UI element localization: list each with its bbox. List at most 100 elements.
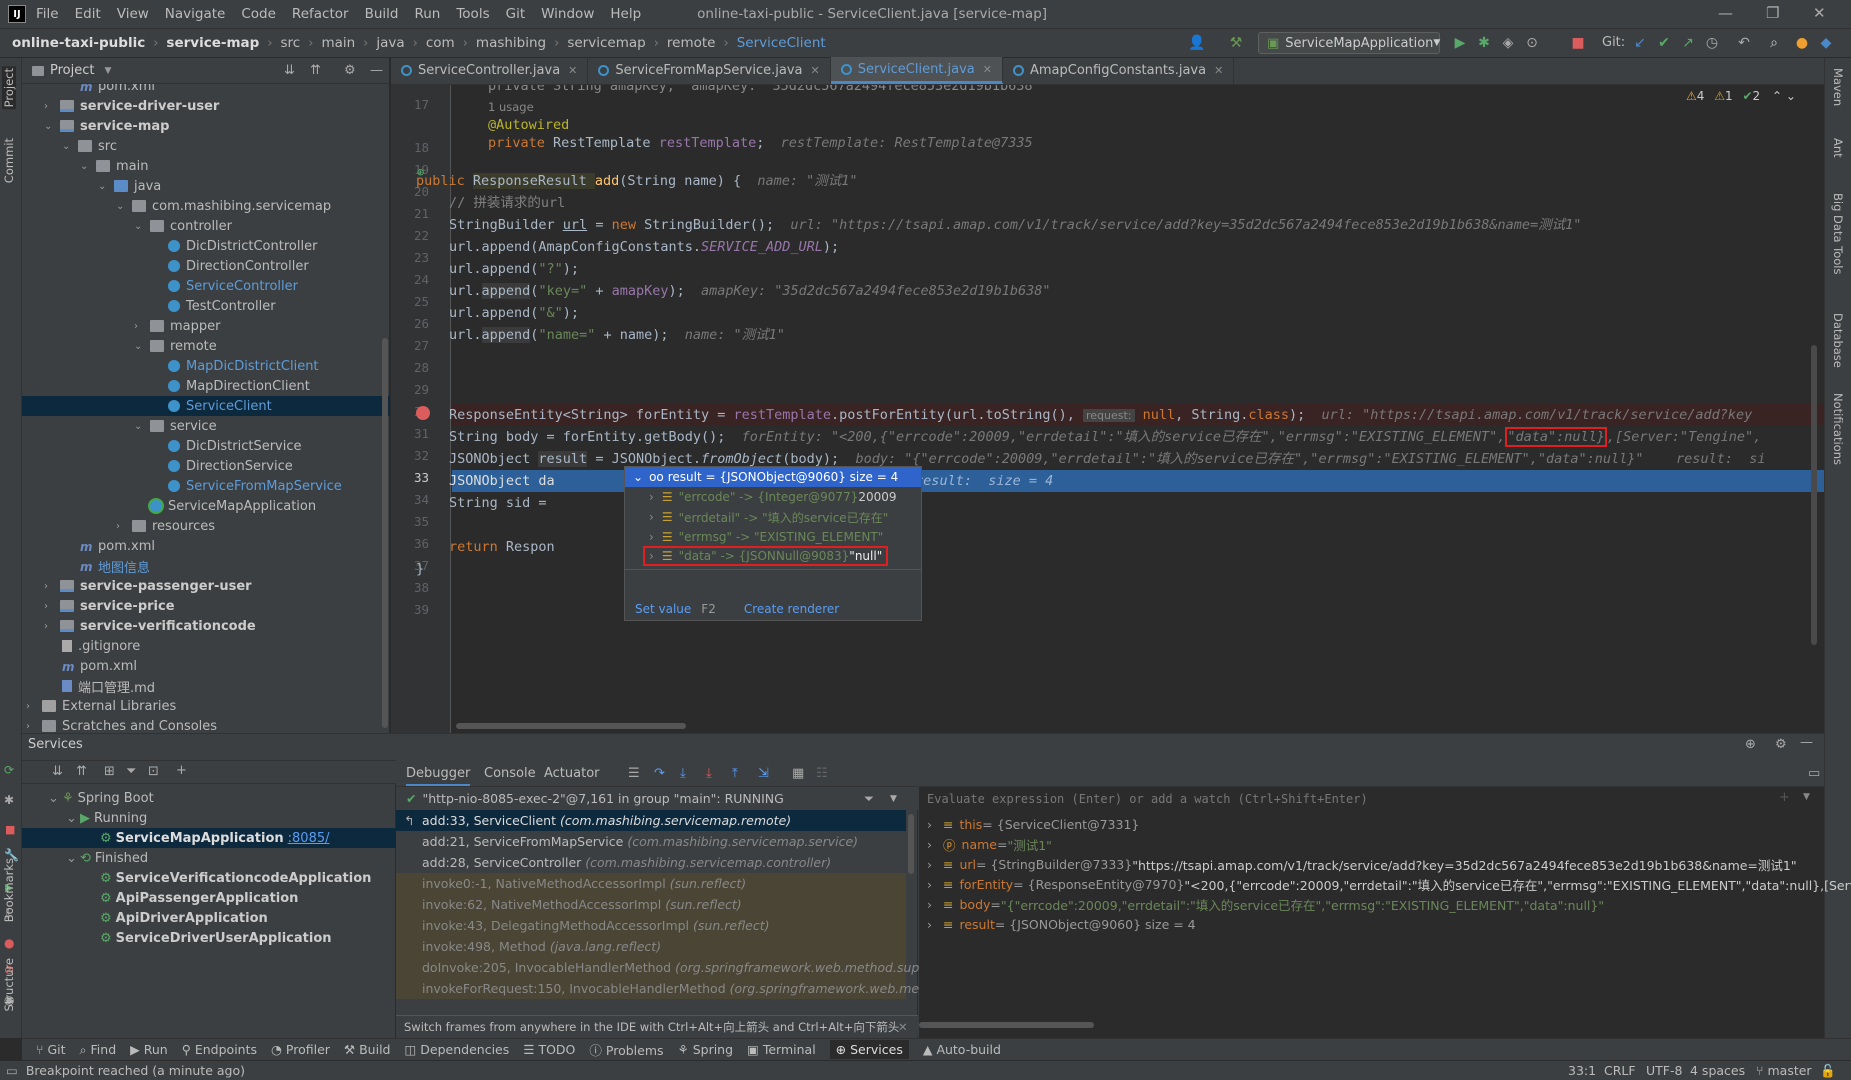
tree-item[interactable]: m 地图信息 <box>80 556 150 576</box>
frame-row[interactable]: invoke:43, DelegatingMethodAccessorImpl(… <box>396 915 906 936</box>
menu-run[interactable]: Run <box>414 6 440 22</box>
frame-row[interactable]: add:28, ServiceController (com.mashibing.… <box>396 852 906 873</box>
breadcrumb-src[interactable]: src <box>281 35 301 51</box>
close-tab-icon[interactable]: ✕ <box>983 63 992 76</box>
variable-row[interactable]: › ≡ url = {StringBuilder@7333} "https://ts… <box>927 854 1797 874</box>
popup-row-errmsg[interactable]: › ☰ "errmsg" -> "EXISTING_ELEMENT" <box>649 527 883 547</box>
tree-item[interactable]: › service-driver-user <box>44 96 219 116</box>
chevron-down-icon[interactable]: ▼ <box>890 794 897 804</box>
breadcrumb-module[interactable]: service-map <box>166 35 259 51</box>
tree-item[interactable]: ⌄ remote <box>134 336 217 356</box>
tool-tab-ant[interactable]: Ant <box>1831 138 1845 158</box>
run-configuration-select[interactable]: ▣ ServiceMapApplication ▼ <box>1258 32 1440 54</box>
debug-icon[interactable]: ✱ <box>1476 35 1492 51</box>
tree-finished[interactable]: ⌄ ⟲ Finished <box>66 848 148 868</box>
add-service-icon[interactable]: + <box>176 763 187 778</box>
menu-refactor[interactable]: Refactor <box>292 6 349 22</box>
tab-amapconfigconstants[interactable]: AmapConfigConstants.java ✕ <box>1003 57 1235 84</box>
breadcrumb-remote[interactable]: remote <box>667 35 716 51</box>
add-watch-icon[interactable]: + <box>1779 790 1790 805</box>
tool-git[interactable]: ⑂ Git <box>36 1042 66 1057</box>
restore-icon[interactable]: ❐ <box>1766 4 1779 22</box>
chevron-down-icon[interactable]: ▼ <box>104 66 111 76</box>
search-icon[interactable]: ⌕ <box>1766 35 1782 51</box>
tree-item[interactable]: DirectionService <box>168 456 293 476</box>
expand-all-icon[interactable]: ⇊ <box>284 63 295 78</box>
thread-selector[interactable]: ✔ "http-nio-8085-exec-2"@7,161 in group "… <box>396 786 918 810</box>
breakpoint-icon[interactable] <box>416 406 430 420</box>
chevron-down-icon[interactable]: ▼ <box>1803 792 1810 802</box>
variable-row[interactable]: › ≡ this = {ServiceClient@7331} <box>927 814 1139 834</box>
tree-item[interactable]: ServiceFromMapService <box>168 476 342 496</box>
frame-row[interactable]: invoke:62, NativeMethodAccessorImpl (sun.… <box>396 894 906 915</box>
tool-profiler[interactable]: ◔ Profiler <box>271 1042 330 1057</box>
filter-icon[interactable]: ⏷ <box>864 791 874 807</box>
variable-row[interactable]: › ≡ forEntity = {ResponseEntity@7970} "<20… <box>927 874 1851 894</box>
layout-icon[interactable]: ☰ <box>628 766 640 781</box>
step-out-icon[interactable]: ⤒ <box>732 766 738 781</box>
tab-servicefrommapservice[interactable]: ServiceFromMapService.java ✕ <box>588 57 831 84</box>
breadcrumb-mashibing[interactable]: mashibing <box>476 35 546 51</box>
menu-tools[interactable]: Tools <box>456 6 489 22</box>
popup-row-errcode[interactable]: › ☰ "errcode" -> {Integer@9077} 20009 <box>649 487 897 507</box>
tree-item[interactable]: m pom.xml <box>62 656 137 676</box>
port-link[interactable]: :8085/ <box>288 831 330 846</box>
tool-tab-structure[interactable]: Structure <box>2 958 16 1012</box>
tool-services[interactable]: ⊕ Services <box>829 1040 909 1059</box>
tree-item[interactable]: ⌄ src <box>62 136 117 156</box>
breadcrumb-com[interactable]: com <box>426 35 455 51</box>
collapse-all-icon[interactable]: ⇈ <box>76 764 87 779</box>
file-encoding[interactable]: UTF-8 <box>1646 1063 1682 1078</box>
tree-running[interactable]: ⌄ ▶ Running <box>66 808 147 828</box>
tree-item[interactable]: ⌄ com.mashibing.servicemap <box>116 196 331 216</box>
menu-help[interactable]: Help <box>610 6 641 22</box>
hide-services-icon[interactable]: — <box>1800 735 1813 750</box>
tool-find[interactable]: ⌕ Find <box>80 1042 117 1058</box>
breadcrumb-servicemap[interactable]: servicemap <box>567 35 645 51</box>
close-tab-icon[interactable]: ✕ <box>568 64 577 77</box>
status-message[interactable]: Breakpoint reached (a minute ago) <box>26 1063 245 1078</box>
tree-item[interactable]: ⌄ service-map <box>44 116 169 136</box>
breadcrumb-class[interactable]: ServiceClient <box>737 35 826 51</box>
tool-run[interactable]: ▶ Run <box>130 1042 168 1057</box>
menu-file[interactable]: File <box>36 6 59 22</box>
tool-tab-commit[interactable]: Commit <box>2 138 16 183</box>
rollback-icon[interactable]: ↶ <box>1736 35 1752 51</box>
frame-row[interactable]: invoke:498, Method (java.lang.reflect) <box>396 936 906 957</box>
tree-app[interactable]: ⚙ ServiceDriverUserApplication <box>100 928 332 948</box>
close-hint-icon[interactable]: ✕ <box>898 1020 908 1034</box>
tree-item[interactable]: .gitignore <box>62 636 140 656</box>
project-scrollbar[interactable] <box>382 338 388 728</box>
project-panel-title[interactable]: Project <box>50 63 94 78</box>
git-branch[interactable]: ⑂ master <box>1756 1063 1812 1078</box>
tree-item-selected[interactable]: ServiceClient <box>22 396 390 416</box>
hide-panel-icon[interactable]: — <box>370 63 383 78</box>
breadcrumb-project[interactable]: online-taxi-public <box>12 35 145 51</box>
tree-app[interactable]: ⚙ ApiDriverApplication <box>100 908 268 928</box>
run-to-cursor-icon[interactable]: ⇲ <box>758 766 769 781</box>
tree-item[interactable]: DicDistrictService <box>168 436 302 456</box>
user-icon[interactable]: 👤 <box>1188 35 1205 51</box>
tree-app[interactable]: ⚙ ApiPassengerApplication <box>100 888 298 908</box>
tree-item[interactable]: TestController <box>168 296 276 316</box>
jetbrains-icon[interactable]: ◆ <box>1818 35 1834 51</box>
filter-icon[interactable]: ⏷ <box>126 764 136 779</box>
menu-edit[interactable]: Edit <box>75 6 101 22</box>
tool-problems[interactable]: ⓘ Problems <box>589 1040 663 1059</box>
tool-dependencies[interactable]: ◫ Dependencies <box>405 1042 510 1057</box>
tab-console[interactable]: Console <box>484 766 536 781</box>
tree-item[interactable]: › service-price <box>44 596 175 616</box>
frames-scrollbar[interactable] <box>908 814 914 874</box>
restore-layout-icon[interactable]: ▭ <box>1808 766 1820 781</box>
git-commit-icon[interactable]: ✔ <box>1656 35 1672 51</box>
tool-build[interactable]: ⚒ Build <box>344 1042 391 1057</box>
git-update-icon[interactable]: ↙ <box>1632 35 1648 51</box>
vars-h-scrollbar[interactable] <box>919 1022 1094 1028</box>
tab-debugger[interactable]: Debugger <box>406 766 471 787</box>
tool-tab-bookmarks[interactable]: Bookmarks <box>2 858 16 922</box>
tool-tab-notifications[interactable]: Notifications <box>1831 393 1845 465</box>
evaluate-icon[interactable]: ▦ <box>792 766 804 781</box>
globe-icon[interactable]: ⊕ <box>1745 737 1756 752</box>
coverage-icon[interactable]: ◈ <box>1500 35 1516 51</box>
tree-item[interactable]: ⌄ java <box>98 176 161 196</box>
